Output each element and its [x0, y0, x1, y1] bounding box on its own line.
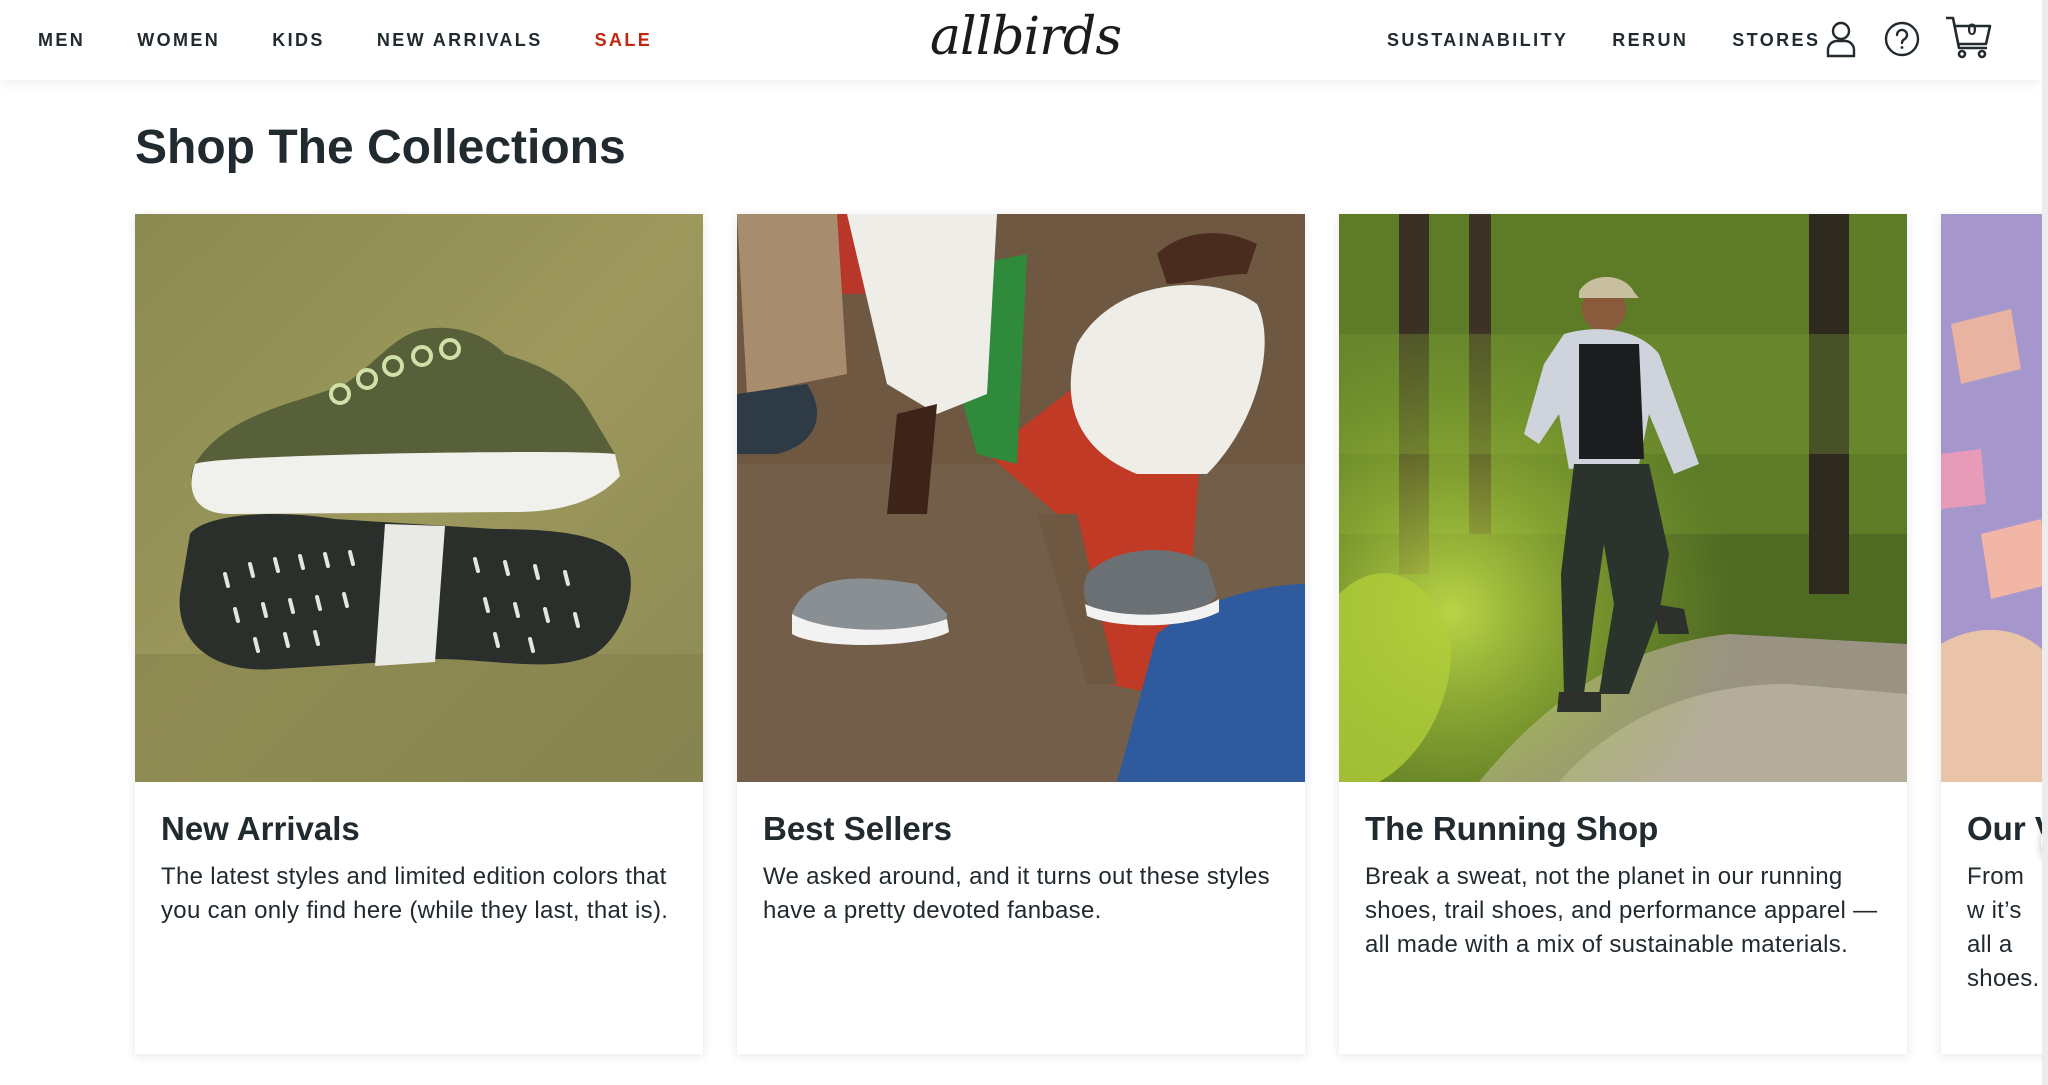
card-title[interactable]: The Running Shop [1365, 810, 1658, 848]
nav-rerun[interactable]: RERUN [1612, 30, 1688, 51]
new-arrivals-image[interactable] [135, 214, 703, 782]
best-sellers-image[interactable] [737, 214, 1305, 782]
site-header: MEN WOMEN KIDS NEW ARRIVALS SALE allbird… [0, 0, 2042, 80]
partial-card-image[interactable] [1941, 214, 2042, 782]
nav-stores[interactable]: STORES [1732, 30, 1820, 51]
card-description: The latest styles and limited edition co… [161, 863, 669, 924]
section-title: Shop The Collections [135, 121, 626, 174]
nav-men[interactable]: MEN [38, 30, 85, 51]
card-description: From w it’s all a shoes. [1967, 863, 2040, 992]
page: MEN WOMEN KIDS NEW ARRIVALS SALE allbird… [0, 0, 2042, 1085]
cart-count-badge: 0 [1967, 20, 1977, 39]
nav-kids[interactable]: KIDS [272, 30, 325, 51]
collection-card-partial[interactable]: Our V From w it’s all a shoes. [1941, 214, 2042, 1054]
nav-women[interactable]: WOMEN [137, 30, 220, 51]
card-title[interactable]: Our V [1967, 810, 2042, 848]
card-title[interactable]: Best Sellers [763, 810, 952, 848]
nav-new-arrivals[interactable]: NEW ARRIVALS [377, 30, 543, 51]
card-title[interactable]: New Arrivals [161, 810, 360, 848]
primary-nav: MEN WOMEN KIDS NEW ARRIVALS SALE [38, 0, 652, 80]
brand-logo[interactable]: allbirds [930, 4, 1122, 70]
scrollbar-track[interactable] [2042, 0, 2048, 1085]
collection-card-best-sellers[interactable]: Best Sellers We asked around, and it tur… [737, 214, 1305, 1054]
running-shop-image[interactable] [1339, 214, 1907, 782]
card-description: Break a sweat, not the planet in our run… [1365, 863, 1878, 958]
nav-sustainability[interactable]: SUSTAINABILITY [1387, 30, 1568, 51]
card-description: We asked around, and it turns out these … [763, 863, 1270, 924]
help-icon[interactable] [1883, 20, 1921, 58]
secondary-nav: SUSTAINABILITY RERUN STORES [1387, 0, 1820, 80]
cart-icon[interactable]: 0 [1944, 14, 1994, 60]
collection-card-running-shop[interactable]: The Running Shop Break a sweat, not the … [1339, 214, 1907, 1054]
nav-sale[interactable]: SALE [595, 30, 653, 51]
collections-carousel: New Arrivals The latest styles and limit… [135, 214, 2042, 1054]
user-icon[interactable] [1822, 20, 1860, 58]
collection-card-new-arrivals[interactable]: New Arrivals The latest styles and limit… [135, 214, 703, 1054]
